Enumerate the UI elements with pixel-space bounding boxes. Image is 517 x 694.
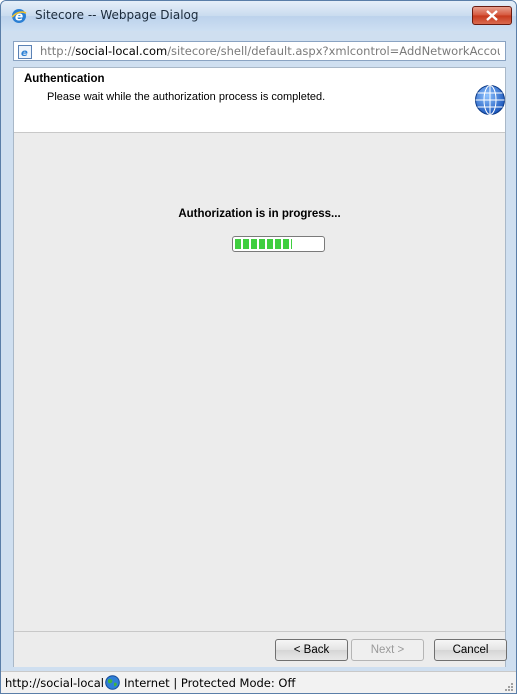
- close-button[interactable]: [472, 6, 512, 25]
- dialog-window: e Sitecore -- Webpage Dialog e http://so…: [0, 0, 517, 694]
- status-url: http://social-local: [5, 676, 104, 690]
- header-title: Authentication: [24, 73, 105, 85]
- dialog-header: Authentication Please wait while the aut…: [14, 68, 505, 133]
- next-button[interactable]: Next >: [351, 639, 424, 661]
- address-host: social-local.com: [75, 44, 168, 58]
- progress-fill: [235, 239, 292, 249]
- close-icon: [486, 10, 498, 21]
- progress-bar: [232, 236, 325, 252]
- address-prefix: http://: [40, 44, 76, 58]
- globe-icon: [474, 84, 506, 116]
- address-url: http://social-local.com/sitecore/shell/d…: [40, 44, 500, 58]
- address-bar[interactable]: e http://social-local.com/sitecore/shell…: [13, 41, 506, 61]
- window-title: Sitecore -- Webpage Dialog: [35, 8, 199, 22]
- internet-zone-icon: [105, 675, 120, 690]
- status-bar: http://social-local Internet | Protected…: [1, 671, 516, 693]
- dialog-content: Authentication Please wait while the aut…: [13, 67, 507, 667]
- dialog-footer: < Back Next > Cancel: [14, 631, 507, 667]
- internet-explorer-icon: e: [11, 8, 27, 24]
- svg-text:e: e: [21, 48, 28, 59]
- status-zone: Internet | Protected Mode: Off: [124, 676, 296, 690]
- address-path: /sitecore/shell/default.aspx?xmlcontrol=…: [167, 44, 500, 58]
- cancel-button[interactable]: Cancel: [434, 639, 507, 661]
- back-button[interactable]: < Back: [275, 639, 348, 661]
- title-bar[interactable]: e Sitecore -- Webpage Dialog: [1, 1, 516, 31]
- header-subtitle: Please wait while the authorization proc…: [47, 91, 326, 103]
- resize-grip-icon[interactable]: [502, 680, 514, 692]
- progress-message: Authorization is in progress...: [178, 208, 341, 220]
- page-icon: e: [18, 44, 32, 59]
